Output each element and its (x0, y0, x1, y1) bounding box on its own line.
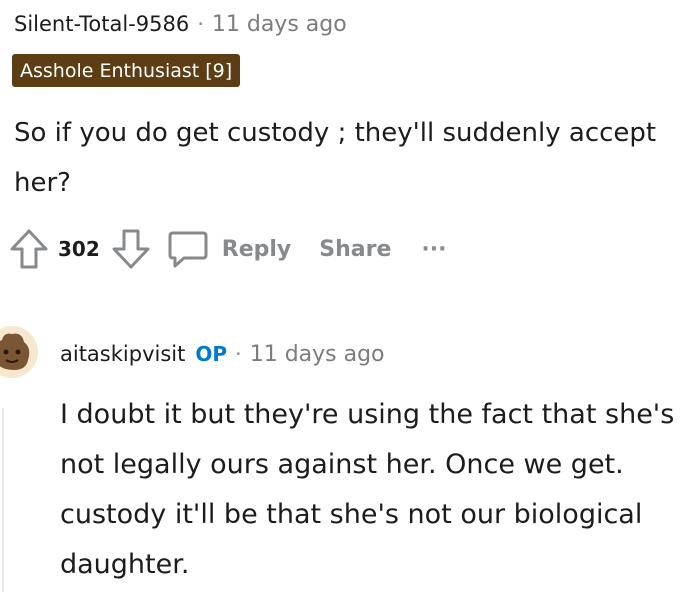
comment-2-username[interactable]: aitaskipvisit (60, 342, 185, 366)
more-icon[interactable]: ··· (421, 237, 446, 262)
upvote-icon[interactable] (8, 227, 50, 271)
share-button[interactable]: Share (319, 237, 391, 262)
meta-separator: · (235, 342, 242, 366)
reply-label: Reply (221, 236, 292, 262)
comment-1-body: So if you do get custody ; they'll sudde… (14, 118, 657, 198)
comment-2-timestamp[interactable]: 11 days ago (250, 342, 385, 367)
comment-1-username[interactable]: Silent-Total-9586 (14, 12, 189, 36)
comment-1-actions: 302 Reply Share ··· (8, 224, 446, 274)
comment-1-header: Silent-Total-9586 · 11 days ago (14, 12, 347, 37)
meta-separator: · (197, 12, 204, 36)
comment-icon (166, 227, 210, 271)
comment-2-body: I doubt it but they're using the fact th… (60, 399, 675, 580)
comment-1-timestamp[interactable]: 11 days ago (212, 12, 347, 37)
vote-score: 302 (58, 237, 100, 261)
op-badge: OP (195, 342, 228, 366)
thread-collapse-line[interactable] (2, 408, 4, 592)
user-flair: Asshole Enthusiast [9] (12, 54, 241, 87)
avatar[interactable] (0, 318, 42, 384)
reply-button[interactable]: Reply (166, 227, 292, 271)
comment-2-header: aitaskipvisit OP · 11 days ago (60, 342, 385, 367)
downvote-icon[interactable] (110, 227, 152, 271)
